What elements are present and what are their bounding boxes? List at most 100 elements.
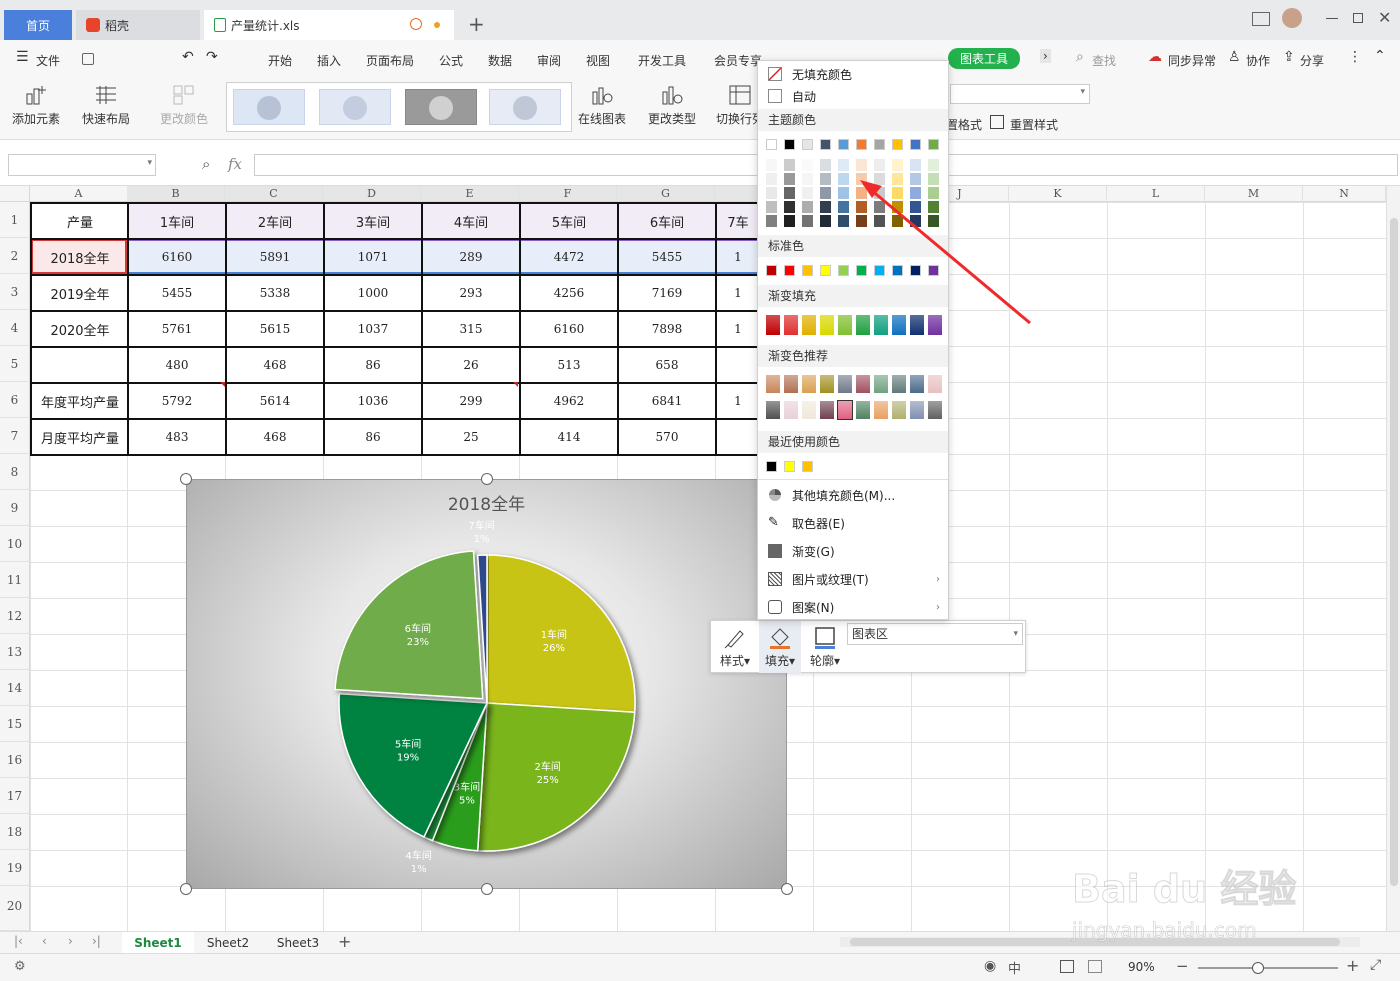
theme-shade-swatch[interactable] — [766, 187, 777, 199]
table-header-cell[interactable]: 2车间 — [227, 204, 323, 238]
zoom-out-icon[interactable]: − — [1176, 957, 1189, 975]
table-cell[interactable]: 4472 — [521, 240, 617, 274]
tab-home[interactable]: 首页 — [4, 10, 72, 40]
vertical-scrollbar[interactable] — [1386, 186, 1400, 931]
table-cell[interactable]: 315 — [423, 312, 519, 346]
table-cell[interactable]: 86 — [325, 420, 421, 454]
resize-handle[interactable] — [781, 883, 793, 895]
row-header[interactable]: 15 — [0, 706, 30, 742]
hamburger-icon[interactable]: ☰ — [16, 49, 29, 65]
theme-color-swatch[interactable] — [802, 139, 813, 150]
redo-icon[interactable]: ↷ — [206, 49, 218, 65]
theme-shade-swatch[interactable] — [838, 159, 849, 171]
gradient-fill-swatch[interactable] — [802, 315, 816, 335]
table-cell[interactable]: 299 — [423, 384, 519, 418]
column-header[interactable]: M — [1205, 186, 1303, 202]
theme-color-swatch[interactable] — [838, 139, 849, 150]
gradient-fill-swatch[interactable] — [784, 315, 798, 335]
row-header[interactable]: 19 — [0, 850, 30, 886]
gradient-recommend-swatch[interactable] — [856, 401, 870, 419]
table-cell[interactable]: 6841 — [619, 384, 715, 418]
gradient-recommend-swatch[interactable] — [838, 375, 852, 393]
table-cell[interactable]: 月度平均产量 — [32, 420, 128, 454]
search-icon[interactable]: ⌕ — [1076, 49, 1084, 65]
row-header[interactable]: 7 — [0, 418, 30, 454]
sheet-tab-2[interactable]: Sheet2 — [196, 932, 260, 954]
theme-color-swatch[interactable] — [928, 139, 939, 150]
resize-handle[interactable] — [481, 883, 493, 895]
table-cell[interactable]: 6160 — [521, 312, 617, 346]
table-cell[interactable]: 5614 — [227, 384, 323, 418]
table-cell[interactable]: 年度平均产量 — [32, 384, 128, 418]
normal-view-icon[interactable] — [1060, 960, 1074, 973]
gradient-recommend-swatch[interactable] — [928, 375, 942, 393]
recent-color-swatch[interactable] — [784, 461, 795, 472]
chart-style-thumb[interactable] — [319, 89, 391, 125]
set-format-button[interactable]: 置格式 — [946, 116, 982, 133]
table-cell[interactable]: 4256 — [521, 276, 617, 310]
row-header[interactable]: 8 — [0, 454, 30, 490]
gradient-recommend-swatch[interactable] — [820, 375, 834, 393]
theme-color-swatch[interactable] — [874, 139, 885, 150]
table-cell[interactable]: 658 — [619, 348, 715, 382]
table-cell[interactable]: 2020全年 — [32, 312, 128, 346]
row-header[interactable]: 5 — [0, 346, 30, 382]
table-cell[interactable]: 1037 — [325, 312, 421, 346]
sheet-tab-1[interactable]: Sheet1 — [122, 932, 194, 954]
collapse-ribbon-icon[interactable]: ⌃ — [1374, 48, 1386, 64]
row-header[interactable]: 1 — [0, 202, 30, 238]
change-color-button[interactable]: 更改颜色 — [160, 84, 208, 127]
table-cell[interactable]: 5338 — [227, 276, 323, 310]
standard-color-swatch[interactable] — [784, 265, 795, 276]
table-cell[interactable]: 414 — [521, 420, 617, 454]
row-header[interactable]: 11 — [0, 562, 30, 598]
zoom-formula-icon[interactable]: ⌕ — [202, 155, 210, 173]
change-type-button[interactable]: 更改类型 — [648, 84, 696, 127]
table-cell[interactable]: 7169 — [619, 276, 715, 310]
theme-color-swatch[interactable] — [910, 139, 921, 150]
menu-review[interactable]: 审阅 — [537, 52, 561, 69]
theme-color-swatch[interactable] — [892, 139, 903, 150]
collab-button[interactable]: 协作 — [1246, 52, 1270, 69]
comment-marker-icon[interactable] — [220, 382, 225, 387]
theme-color-swatch[interactable] — [820, 139, 831, 150]
table-header-cell[interactable]: 6车间 — [619, 204, 715, 238]
column-header[interactable]: D — [323, 186, 421, 202]
picture-texture-option[interactable]: 图片或纹理(T) › — [758, 566, 948, 592]
table-header-cell[interactable]: 3车间 — [325, 204, 421, 238]
theme-shade-swatch[interactable] — [802, 201, 813, 213]
quick-layout-button[interactable]: 快速布局 — [82, 84, 130, 127]
select-all-corner[interactable] — [0, 186, 30, 202]
table-cell[interactable]: 5455 — [619, 240, 715, 274]
menu-more-icon[interactable]: › — [1040, 49, 1051, 63]
theme-color-swatch[interactable] — [766, 139, 777, 150]
gradient-fill-swatch[interactable] — [766, 315, 780, 335]
theme-shade-swatch[interactable] — [820, 215, 831, 227]
gradient-recommend-swatch[interactable] — [766, 401, 780, 419]
theme-shade-swatch[interactable] — [820, 159, 831, 171]
standard-color-swatch[interactable] — [766, 265, 777, 276]
gradient-recommend-swatch[interactable] — [802, 401, 816, 419]
undo-icon[interactable]: ↶ — [182, 49, 194, 65]
recent-color-swatch[interactable] — [766, 461, 777, 472]
table-cell[interactable]: 5615 — [227, 312, 323, 346]
outline-button[interactable]: 轮廓▾ — [805, 625, 845, 669]
theme-color-swatch[interactable] — [856, 139, 867, 150]
menu-layout[interactable]: 页面布局 — [366, 52, 414, 69]
theme-shade-swatch[interactable] — [838, 215, 849, 227]
row-header[interactable]: 9 — [0, 490, 30, 526]
prev-sheet-icon[interactable]: ‹ — [42, 934, 47, 948]
table-cell[interactable]: 468 — [227, 348, 323, 382]
theme-shade-swatch[interactable] — [820, 187, 831, 199]
table-cell[interactable]: 1 — [717, 276, 759, 310]
reading-mode-icon[interactable] — [1252, 12, 1270, 26]
theme-shade-swatch[interactable] — [838, 201, 849, 213]
save-icon[interactable] — [82, 53, 94, 65]
column-header[interactable]: B — [127, 186, 225, 202]
theme-shade-swatch[interactable] — [784, 159, 795, 171]
standard-color-swatch[interactable] — [802, 265, 813, 276]
menu-chart-tools[interactable]: 图表工具 — [948, 48, 1021, 69]
column-header[interactable]: L — [1107, 186, 1205, 202]
gradient-recommend-swatch[interactable] — [874, 401, 888, 419]
menu-formula[interactable]: 公式 — [439, 52, 463, 69]
